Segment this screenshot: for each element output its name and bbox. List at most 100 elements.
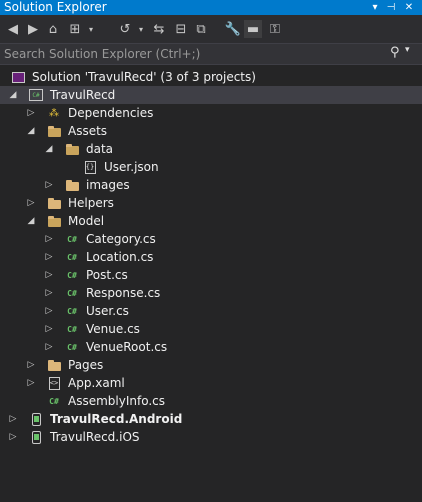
expanded-arrow-icon[interactable]: ◢ — [8, 86, 18, 104]
tree-item-label: data — [86, 142, 114, 156]
collapsed-arrow-icon[interactable]: ▷ — [44, 302, 54, 320]
folder-icon — [46, 196, 62, 210]
csharp-file-icon: C# — [67, 306, 77, 316]
switch-views-icon[interactable]: ⊞ — [66, 20, 84, 38]
collapsed-arrow-icon[interactable]: ▷ — [44, 338, 54, 356]
solution-filter-icon[interactable]: ⚿ — [266, 20, 284, 38]
tree-item-label: TravulRecd.iOS — [50, 430, 140, 444]
tree-item-label: Dependencies — [68, 106, 154, 120]
collapsed-arrow-icon[interactable]: ▷ — [44, 176, 54, 194]
expanded-arrow-icon[interactable]: ◢ — [26, 122, 36, 140]
tree-item-label: TravulRecd — [50, 88, 116, 102]
open-folder-icon — [46, 214, 62, 228]
solution-icon — [10, 70, 26, 84]
tree-item-assets[interactable]: ◢ Assets — [0, 122, 422, 140]
show-all-files-icon[interactable]: ⧉ — [192, 20, 210, 38]
back-icon[interactable]: ◀ — [4, 20, 22, 38]
csharp-file-icon: C# — [67, 288, 77, 298]
preview-icon[interactable]: ▬ — [244, 20, 262, 38]
folder-icon — [64, 178, 80, 192]
tree-item-user-json[interactable]: {} User.json — [0, 158, 422, 176]
collapsed-arrow-icon[interactable]: ▷ — [8, 428, 18, 446]
tree-item-label: Post.cs — [86, 268, 128, 282]
folder-icon — [46, 358, 62, 372]
mobile-project-icon — [28, 412, 44, 426]
history-dropdown-icon[interactable]: ▾ — [136, 20, 146, 38]
forward-icon[interactable]: ▶ — [24, 20, 42, 38]
tree-item-label: Location.cs — [86, 250, 154, 264]
tree-item-label: Assets — [68, 124, 108, 138]
tree-item-user-cs[interactable]: ▷ C# User.cs — [0, 302, 422, 320]
search-options-dropdown-icon[interactable]: ▾ — [405, 45, 410, 55]
open-folder-icon — [46, 124, 62, 138]
close-icon[interactable]: ✕ — [402, 0, 416, 15]
tree-item-helpers[interactable]: ▷ Helpers — [0, 194, 422, 212]
tree-item-label: Venue.cs — [86, 322, 140, 336]
home-icon[interactable]: ⌂ — [44, 20, 62, 38]
history-icon[interactable]: ↺ — [116, 20, 134, 38]
json-file-icon: {} — [82, 160, 98, 174]
dropdown-icon[interactable]: ▾ — [368, 0, 382, 15]
csharp-file-icon: C# — [67, 234, 77, 244]
collapsed-arrow-icon[interactable]: ▷ — [26, 104, 36, 122]
tree-item-response-cs[interactable]: ▷ C# Response.cs — [0, 284, 422, 302]
tree-item-label: Helpers — [68, 196, 114, 210]
tree-item-project-travulrecd[interactable]: ◢ C# TravulRecd — [0, 86, 422, 104]
tree-item-label: images — [86, 178, 130, 192]
xaml-file-icon: <> — [46, 376, 62, 390]
tree-item-label: User.json — [104, 160, 159, 174]
collapsed-arrow-icon[interactable]: ▷ — [44, 320, 54, 338]
tree-item-label: Category.cs — [86, 232, 156, 246]
collapsed-arrow-icon[interactable]: ▷ — [44, 266, 54, 284]
csharp-project-icon: C# — [28, 88, 44, 102]
sync-icon[interactable]: ⇆ — [150, 20, 168, 38]
expanded-arrow-icon[interactable]: ◢ — [26, 212, 36, 230]
mobile-project-icon — [28, 430, 44, 444]
collapsed-arrow-icon[interactable]: ▷ — [26, 194, 36, 212]
collapse-all-icon[interactable]: ⊟ — [172, 20, 190, 38]
tree-item-venueroot-cs[interactable]: ▷ C# VenueRoot.cs — [0, 338, 422, 356]
toolbar: ◀ ▶ ⌂ ⊞ ▾ ↺ ▾ ⇆ ⊟ ⧉ 🔧 ▬ ⚿ — [0, 15, 422, 44]
collapsed-arrow-icon[interactable]: ▷ — [8, 410, 18, 428]
collapsed-arrow-icon[interactable]: ▷ — [44, 284, 54, 302]
switch-views-dropdown-icon[interactable]: ▾ — [86, 20, 96, 38]
dependencies-icon: ⁂ — [49, 107, 59, 119]
csharp-file-icon: C# — [67, 252, 77, 262]
tree-item-app-xaml[interactable]: ▷ <> App.xaml — [0, 374, 422, 392]
tree-item-category-cs[interactable]: ▷ C# Category.cs — [0, 230, 422, 248]
collapsed-arrow-icon[interactable]: ▷ — [44, 230, 54, 248]
open-folder-icon — [64, 142, 80, 156]
title-bar: Solution Explorer ▾ ⊣ ✕ — [0, 0, 422, 15]
tree-item-label: AssemblyInfo.cs — [68, 394, 166, 408]
tree-item-data[interactable]: ◢ data — [0, 140, 422, 158]
search-icon[interactable]: ⚲ — [390, 45, 400, 60]
tree-item-label: Solution 'TravulRecd' (3 of 3 projects) — [32, 70, 256, 84]
tree-item-pages[interactable]: ▷ Pages — [0, 356, 422, 374]
csharp-file-icon: C# — [49, 396, 59, 406]
csharp-file-icon: C# — [67, 324, 77, 334]
pin-icon[interactable]: ⊣ — [384, 0, 398, 15]
tree-item-label: Model — [68, 214, 105, 228]
window-title: Solution Explorer — [4, 0, 107, 14]
collapsed-arrow-icon[interactable]: ▷ — [26, 356, 36, 374]
tree-item-project-ios[interactable]: ▷ TravulRecd.iOS — [0, 428, 422, 446]
tree-item-label: Pages — [68, 358, 104, 372]
properties-icon[interactable]: 🔧 — [224, 20, 242, 38]
search-input[interactable] — [4, 45, 374, 62]
tree-item-label: VenueRoot.cs — [86, 340, 168, 354]
tree-item-venue-cs[interactable]: ▷ C# Venue.cs — [0, 320, 422, 338]
tree-item-post-cs[interactable]: ▷ C# Post.cs — [0, 266, 422, 284]
tree-item-model[interactable]: ◢ Model — [0, 212, 422, 230]
collapsed-arrow-icon[interactable]: ▷ — [44, 248, 54, 266]
tree-item-images[interactable]: ▷ images — [0, 176, 422, 194]
collapsed-arrow-icon[interactable]: ▷ — [26, 374, 36, 392]
search-bar: ⚲ ▾ — [0, 44, 422, 65]
tree-item-solution[interactable]: Solution 'TravulRecd' (3 of 3 projects) — [0, 68, 422, 86]
tree-item-project-android[interactable]: ▷ TravulRecd.Android — [0, 410, 422, 428]
tree-item-assemblyinfo-cs[interactable]: C# AssemblyInfo.cs — [0, 392, 422, 410]
expanded-arrow-icon[interactable]: ◢ — [44, 140, 54, 158]
tree-item-label: App.xaml — [68, 376, 125, 390]
tree-item-location-cs[interactable]: ▷ C# Location.cs — [0, 248, 422, 266]
tree-item-dependencies[interactable]: ▷ ⁂ Dependencies — [0, 104, 422, 122]
tree-item-label: TravulRecd.Android — [50, 412, 183, 426]
